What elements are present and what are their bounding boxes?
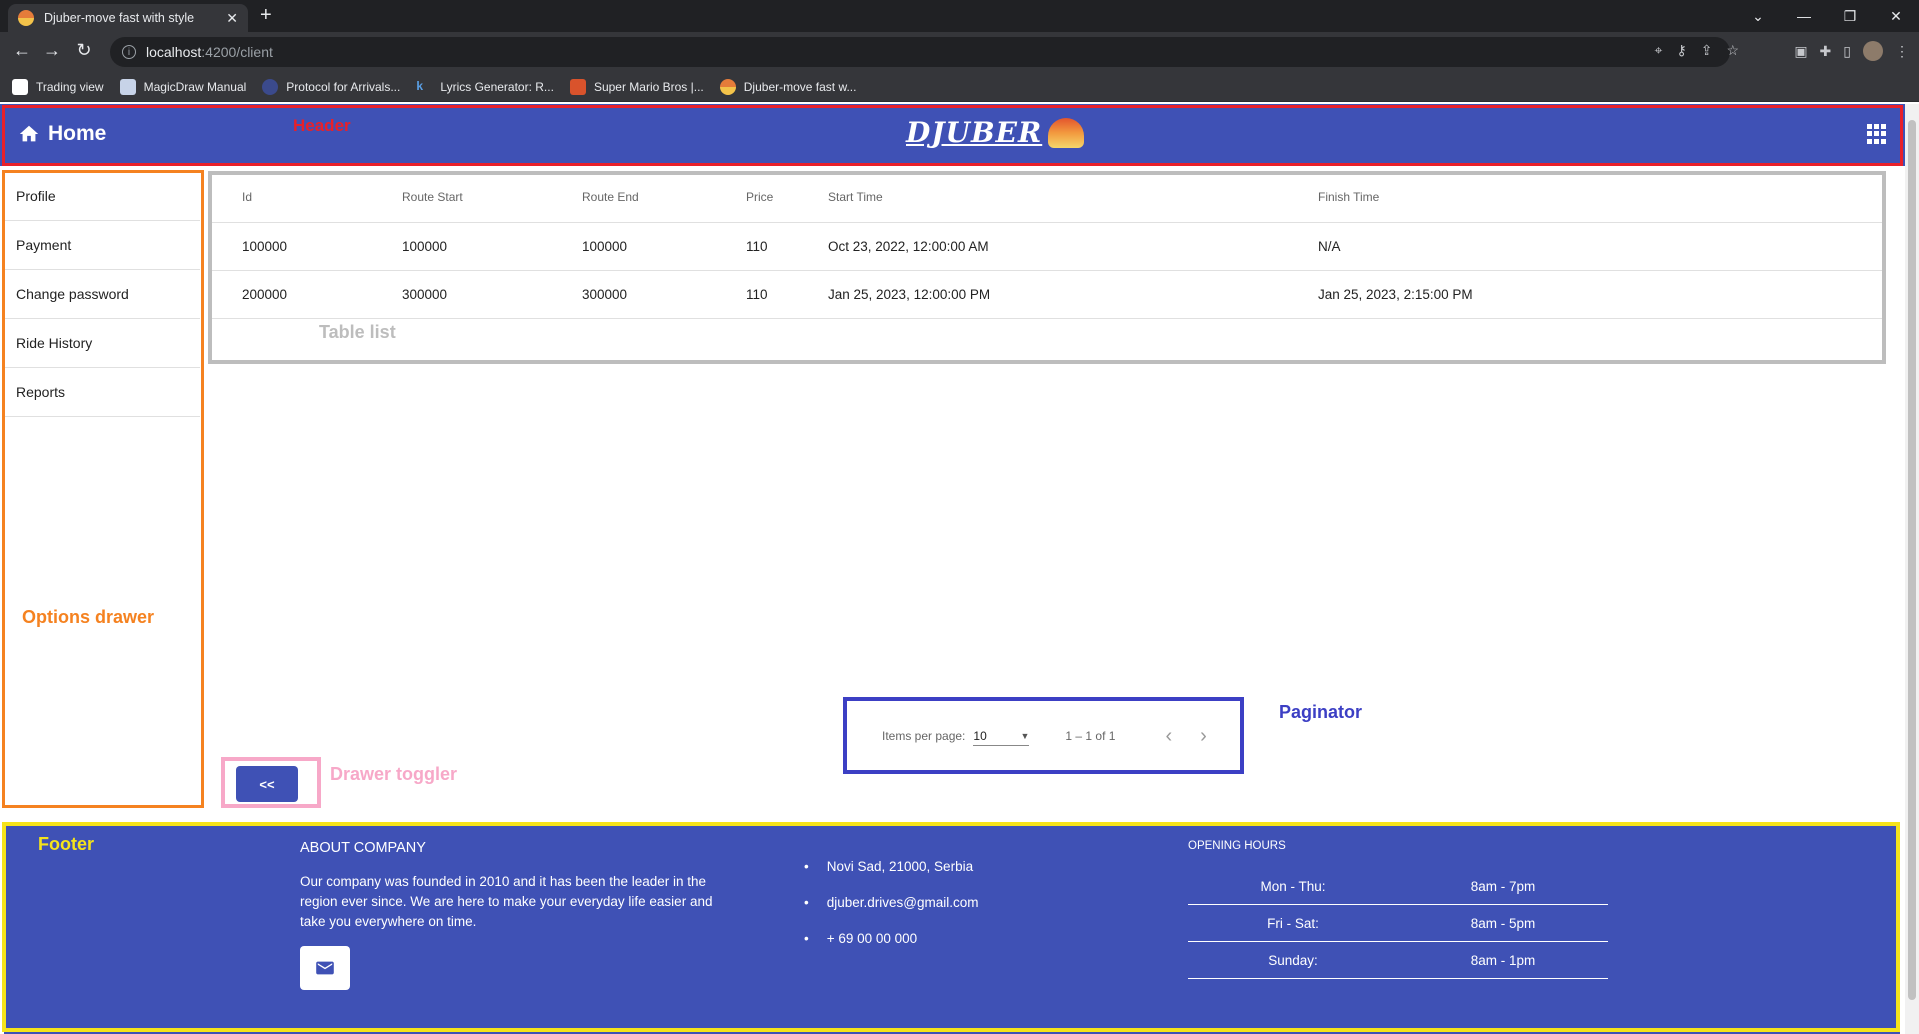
toggler-annotation-box [221, 757, 321, 808]
page-scrollbar[interactable] [1905, 104, 1919, 1034]
menu-icon[interactable]: ⋮ [1895, 43, 1909, 60]
tradingview-icon [12, 78, 28, 95]
star-icon[interactable]: ☆ [1726, 42, 1739, 59]
profile-avatar[interactable] [1863, 41, 1883, 61]
close-window-icon[interactable]: ✕ [1873, 0, 1919, 32]
drawer-annotation: Options drawer [22, 607, 155, 627]
tab-title: Djuber-move fast with style [44, 11, 195, 25]
side-panel-icon[interactable]: ▯ [1843, 43, 1851, 60]
restore-icon[interactable]: ❐ [1827, 0, 1873, 32]
extension-icon[interactable]: ▣ [1794, 43, 1807, 60]
window-controls: ⌄ — ❐ ✕ [1735, 0, 1919, 32]
close-tab-icon[interactable]: ✕ [226, 10, 238, 27]
djuber-icon [719, 78, 736, 95]
back-icon[interactable]: ← [10, 40, 34, 61]
forward-icon[interactable]: → [40, 40, 64, 61]
key-icon[interactable]: ⚷ [1676, 42, 1686, 59]
djuber-favicon-icon [18, 10, 34, 26]
paginator-annotation-box [843, 697, 1244, 774]
address-bar[interactable]: i localhost :4200/client [110, 37, 1730, 67]
globe-icon [262, 78, 279, 95]
footer-annotation: Footer [38, 834, 94, 854]
scrollbar-thumb[interactable] [1908, 120, 1916, 1000]
minimize-icon[interactable]: — [1781, 0, 1827, 32]
extensions-area: ▣ ✚ ▯ ⋮ [1794, 41, 1909, 61]
bookmark-mario[interactable]: Super Mario Bros |... [569, 78, 704, 95]
toggler-annotation: Drawer toggler [330, 764, 458, 784]
location-icon[interactable]: ⌖ [1655, 42, 1663, 59]
tab-search-icon[interactable]: ⌄ [1735, 0, 1781, 32]
share-icon[interactable]: ⇪ [1701, 42, 1713, 59]
puzzle-icon[interactable]: ✚ [1820, 43, 1832, 60]
footer-annotation-box [2, 822, 1900, 1032]
table-annotation-box [208, 171, 1886, 364]
browser-tabstrip: Djuber-move fast with style ✕ + ⌄ — ❐ ✕ [0, 0, 1919, 32]
mario-icon [569, 78, 586, 95]
magicdraw-icon [119, 78, 136, 95]
bookmark-trading-view[interactable]: Trading view [12, 78, 104, 95]
browser-tab[interactable]: Djuber-move fast with style ✕ [8, 4, 248, 32]
paginator-annotation: Paginator [1279, 702, 1363, 722]
bookmark-lyrics[interactable]: k Lyrics Generator: R... [416, 78, 554, 95]
new-tab-icon[interactable]: + [260, 4, 272, 27]
bookmark-protocol[interactable]: Protocol for Arrivals... [262, 78, 400, 95]
drawer-annotation-box [2, 170, 204, 808]
header-annotation-box [2, 105, 1903, 166]
bookmark-djuber[interactable]: Djuber-move fast w... [719, 78, 856, 95]
bookmark-magicdraw[interactable]: MagicDraw Manual [119, 78, 246, 95]
bookmarks-bar: Trading view MagicDraw Manual Protocol f… [0, 72, 1919, 102]
k-icon: k [416, 78, 433, 95]
reload-icon[interactable]: ↻ [72, 40, 96, 61]
header-annotation: Header [293, 116, 351, 135]
browser-toolbar: ← → ↻ i localhost :4200/client ⌖ ⚷ ⇪ ☆ ▣… [0, 32, 1919, 72]
url-host: localhost [146, 44, 202, 60]
url-path: :4200/client [201, 44, 273, 60]
site-info-icon[interactable]: i [122, 45, 136, 59]
omnibox-actions: ⌖ ⚷ ⇪ ☆ [1655, 42, 1739, 59]
table-annotation: Table list [319, 322, 396, 342]
